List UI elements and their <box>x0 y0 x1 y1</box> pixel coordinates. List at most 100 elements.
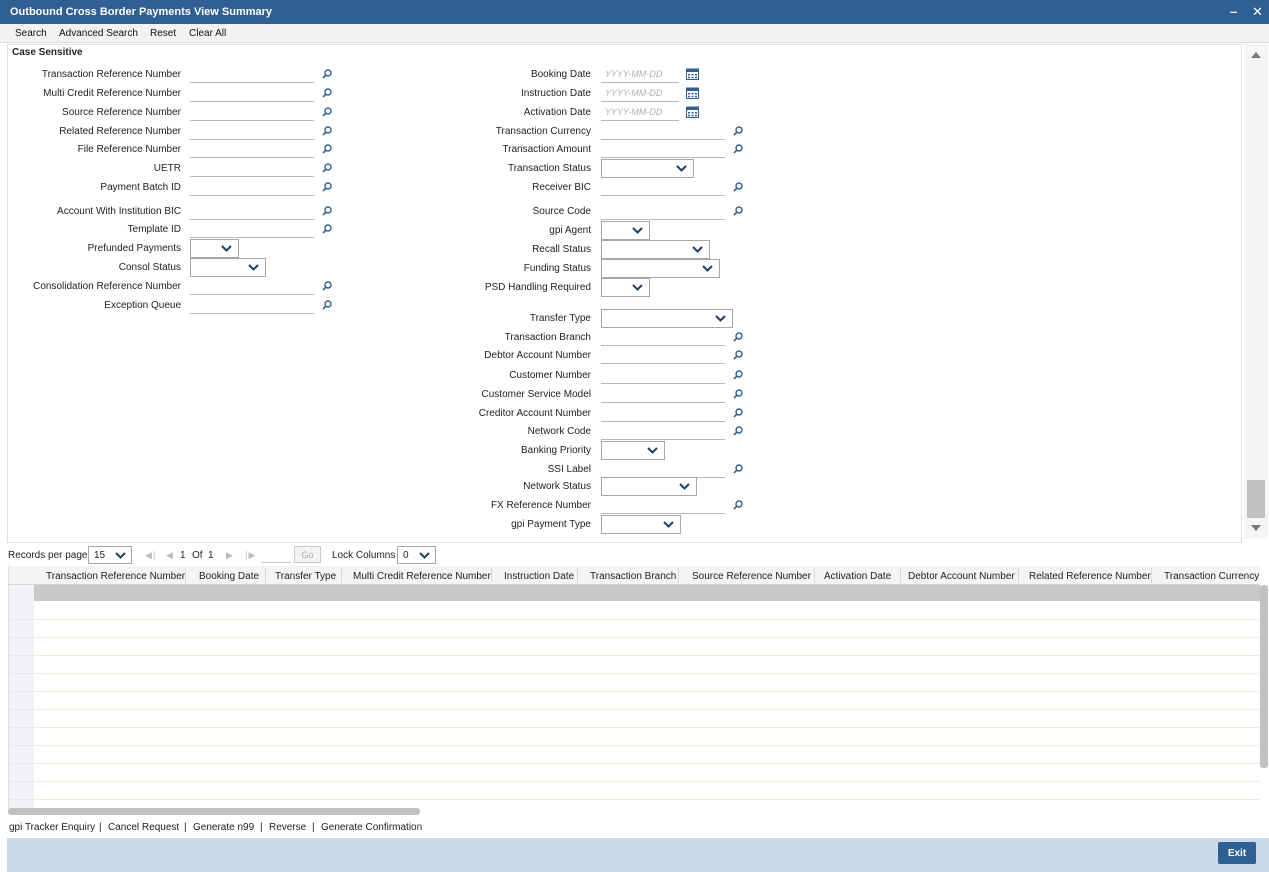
text-input[interactable] <box>601 178 725 196</box>
table-vertical-scrollbar[interactable] <box>1260 585 1268 768</box>
magnifier-icon[interactable] <box>733 408 743 418</box>
column-header[interactable]: Related Reference Number <box>1029 571 1151 582</box>
text-input[interactable] <box>601 346 725 364</box>
magnifier-icon[interactable] <box>322 126 332 136</box>
magnifier-icon[interactable] <box>733 350 743 360</box>
text-input[interactable] <box>190 202 314 220</box>
scroll-thumb[interactable] <box>1247 480 1265 518</box>
dropdown-select[interactable] <box>601 515 681 534</box>
magnifier-icon[interactable] <box>733 500 743 510</box>
date-input[interactable]: YYYY-MM-DD <box>601 84 679 102</box>
text-input[interactable] <box>601 460 725 478</box>
dropdown-select[interactable] <box>601 240 710 259</box>
table-row[interactable] <box>34 782 1260 800</box>
column-divider[interactable] <box>1151 568 1152 583</box>
column-divider[interactable] <box>491 568 492 583</box>
magnifier-icon[interactable] <box>322 88 332 98</box>
prev-page-icon[interactable]: ◀ <box>166 550 173 561</box>
generate-confirmation-link[interactable]: Generate Confirmation <box>321 822 422 833</box>
next-page-icon[interactable]: ▶ <box>226 550 233 561</box>
text-input[interactable] <box>601 422 725 440</box>
column-divider[interactable] <box>678 568 679 583</box>
text-input[interactable] <box>190 103 314 121</box>
column-header[interactable]: Transfer Type <box>275 571 336 582</box>
close-button[interactable]: ✕ <box>1252 4 1263 20</box>
generate-n99-link[interactable]: Generate n99 <box>193 822 254 833</box>
magnifier-icon[interactable] <box>733 126 743 136</box>
column-header[interactable]: Transaction Branch <box>590 571 676 582</box>
table-row[interactable] <box>34 692 1260 710</box>
date-input[interactable]: YYYY-MM-DD <box>601 103 679 121</box>
text-input[interactable] <box>190 220 314 238</box>
advanced-search-button[interactable]: Advanced Search <box>59 28 138 39</box>
column-header[interactable]: Transaction Currency <box>1164 571 1259 582</box>
column-divider[interactable] <box>185 568 186 583</box>
date-input[interactable]: YYYY-MM-DD <box>601 65 679 83</box>
dropdown-select[interactable] <box>601 477 697 496</box>
dropdown-select[interactable] <box>190 239 239 258</box>
gpi-tracker-enquiry-link[interactable]: gpi Tracker Enquiry <box>9 822 95 833</box>
text-input[interactable] <box>601 122 725 140</box>
dropdown-select[interactable] <box>601 309 733 328</box>
column-divider[interactable] <box>1018 568 1019 583</box>
magnifier-icon[interactable] <box>733 206 743 216</box>
table-row[interactable] <box>34 674 1260 692</box>
page-number-input[interactable] <box>261 546 291 563</box>
calendar-icon[interactable] <box>686 68 699 80</box>
magnifier-icon[interactable] <box>322 163 332 173</box>
dropdown-select[interactable] <box>601 441 665 460</box>
magnifier-icon[interactable] <box>322 107 332 117</box>
text-input[interactable] <box>601 404 725 422</box>
magnifier-icon[interactable] <box>322 182 332 192</box>
column-divider[interactable] <box>265 568 266 583</box>
column-divider[interactable] <box>900 568 901 583</box>
magnifier-icon[interactable] <box>733 389 743 399</box>
text-input[interactable] <box>601 140 725 158</box>
magnifier-icon[interactable] <box>322 224 332 234</box>
table-horizontal-scrollbar[interactable] <box>8 808 420 815</box>
magnifier-icon[interactable] <box>322 206 332 216</box>
text-input[interactable] <box>190 159 314 177</box>
magnifier-icon[interactable] <box>322 281 332 291</box>
column-header[interactable]: Transaction Reference Number <box>46 571 185 582</box>
dropdown-select[interactable] <box>601 278 650 297</box>
dropdown-select[interactable] <box>190 258 266 277</box>
text-input[interactable] <box>190 140 314 158</box>
last-page-icon[interactable]: ∣▶ <box>244 550 255 561</box>
column-header[interactable]: Multi Credit Reference Number <box>353 571 491 582</box>
table-row[interactable] <box>34 602 1260 620</box>
column-divider[interactable] <box>341 568 342 583</box>
column-header[interactable]: Activation Date <box>824 571 891 582</box>
text-input[interactable] <box>190 65 314 83</box>
clear-all-button[interactable]: Clear All <box>189 28 226 39</box>
scroll-up-icon[interactable] <box>1251 52 1261 58</box>
text-input[interactable] <box>190 296 314 314</box>
magnifier-icon[interactable] <box>733 144 743 154</box>
table-row[interactable] <box>34 710 1260 728</box>
text-input[interactable] <box>601 366 725 384</box>
records-per-page-select[interactable]: 15 <box>88 546 132 564</box>
magnifier-icon[interactable] <box>322 300 332 310</box>
magnifier-icon[interactable] <box>322 69 332 79</box>
table-row[interactable] <box>34 728 1260 746</box>
dropdown-select[interactable] <box>601 221 650 240</box>
cancel-request-link[interactable]: Cancel Request <box>108 822 179 833</box>
scroll-down-icon[interactable] <box>1251 525 1261 531</box>
magnifier-icon[interactable] <box>733 370 743 380</box>
exit-button[interactable]: Exit <box>1218 842 1256 864</box>
calendar-icon[interactable] <box>686 87 699 99</box>
table-row[interactable] <box>34 764 1260 782</box>
column-divider[interactable] <box>814 568 815 583</box>
magnifier-icon[interactable] <box>733 464 743 474</box>
text-input[interactable] <box>601 496 725 514</box>
column-header[interactable]: Source Reference Number <box>692 571 811 582</box>
first-page-icon[interactable]: ◀∣ <box>145 550 156 561</box>
calendar-icon[interactable] <box>686 106 699 118</box>
column-divider[interactable] <box>577 568 578 583</box>
table-row[interactable] <box>34 585 1260 601</box>
magnifier-icon[interactable] <box>733 332 743 342</box>
text-input[interactable] <box>601 202 725 220</box>
text-input[interactable] <box>190 84 314 102</box>
column-header[interactable]: Booking Date <box>199 571 259 582</box>
text-input[interactable] <box>190 122 314 140</box>
